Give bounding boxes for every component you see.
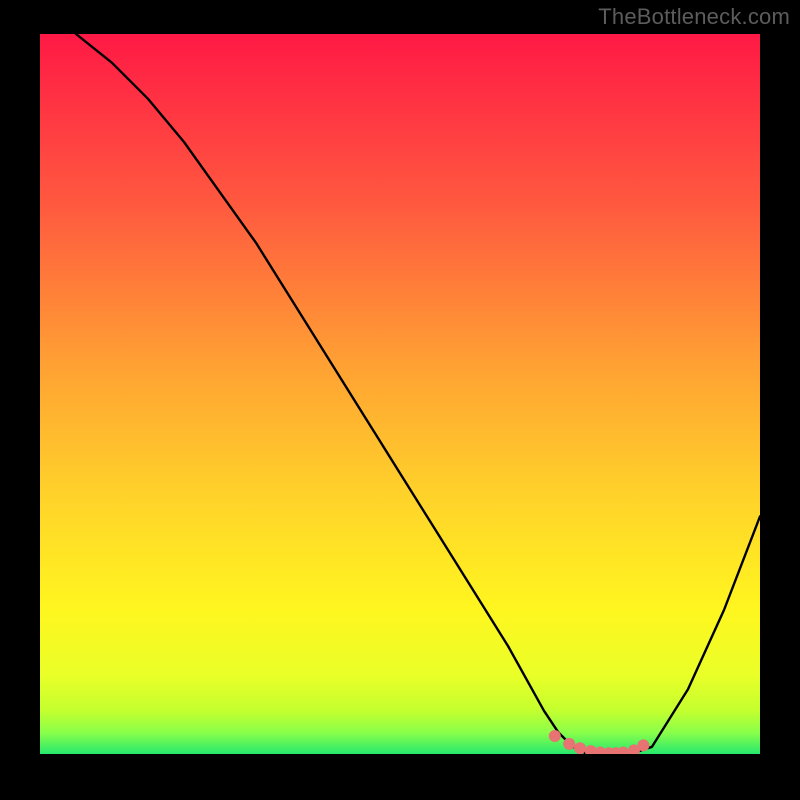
chart-frame: TheBottleneck.com — [0, 0, 800, 800]
marker-dot — [563, 738, 575, 750]
marker-dot — [574, 742, 586, 754]
marker-dot — [637, 739, 649, 751]
gradient-background — [40, 34, 760, 754]
plot-area — [40, 34, 760, 754]
marker-dot — [549, 730, 561, 742]
bottleneck-plot — [40, 34, 760, 754]
watermark-text: TheBottleneck.com — [598, 4, 790, 30]
